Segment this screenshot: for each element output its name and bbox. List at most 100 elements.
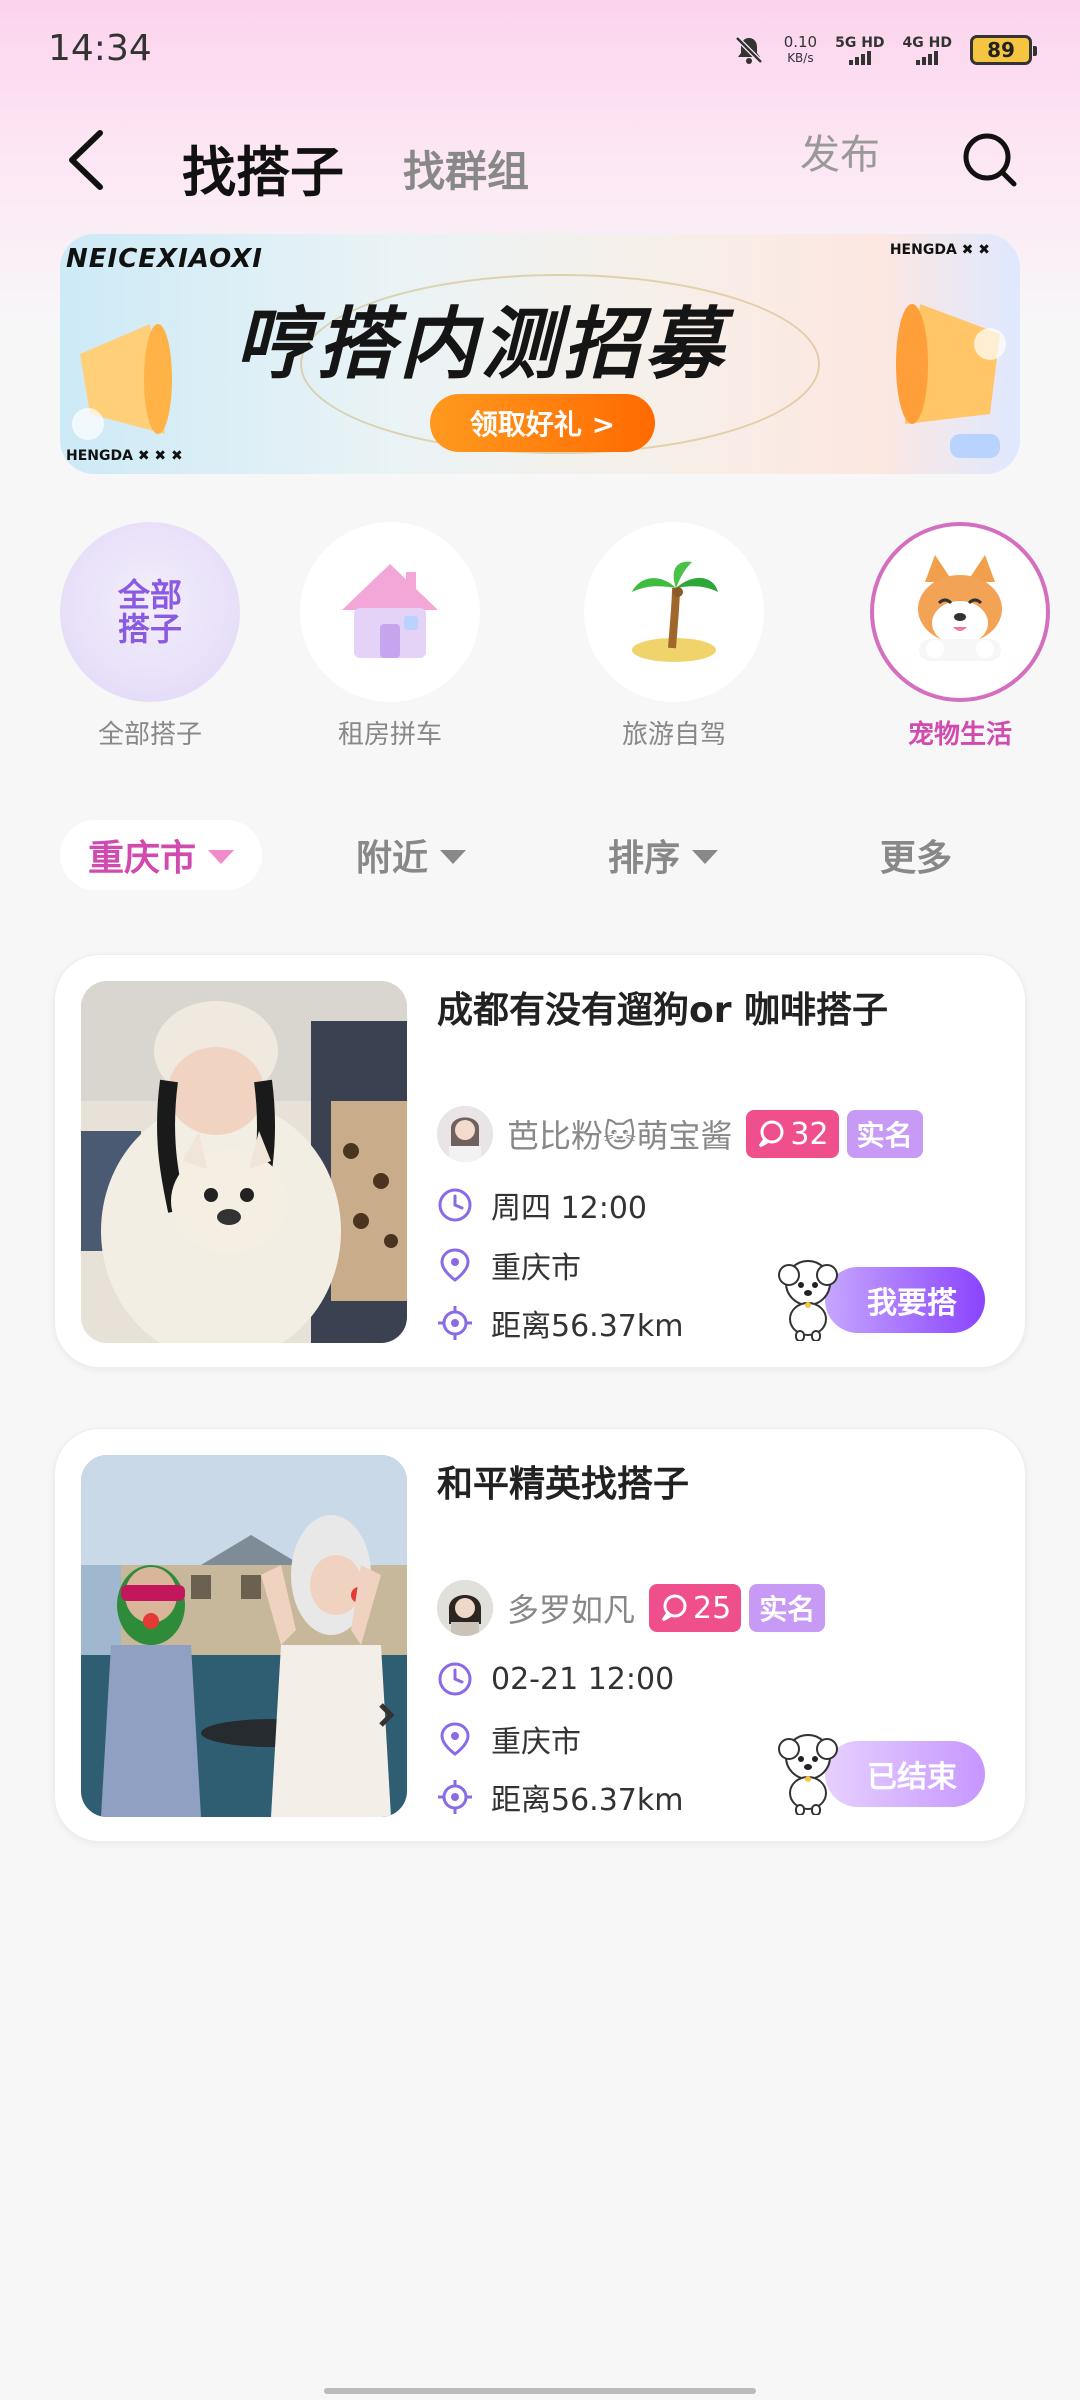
- category-label: 宠物生活: [907, 720, 1012, 750]
- comment-count-badge: 25: [649, 1584, 742, 1632]
- clock-icon: [438, 1662, 472, 1696]
- net-speed-unit: KB/s: [787, 51, 814, 65]
- post-city-row: 重庆市: [437, 1715, 581, 1763]
- post-distance-row: 距离56.37km: [437, 1299, 683, 1347]
- join-button[interactable]: 我要搭: [825, 1267, 985, 1333]
- avatar[interactable]: [437, 1106, 493, 1162]
- category-pet-life[interactable]: 宠物生活: [870, 522, 1050, 751]
- promo-banner[interactable]: NEICEXIAOXI HENGDA ✖ ✖ HENGDA ✖ ✖ ✖ 哼搭内测…: [60, 234, 1020, 474]
- location-pin-icon: [440, 1248, 470, 1282]
- speech-bubble-icon: [759, 1120, 784, 1148]
- avatar[interactable]: [437, 1580, 493, 1636]
- post-city: 重庆市: [491, 1725, 581, 1760]
- net-speed-value: 0.10: [783, 33, 818, 51]
- signal-4g-label: 4G HD: [902, 35, 952, 51]
- post-card[interactable]: 成都有没有遛狗or 咖啡搭子 芭比粉🐱萌宝酱 32 实名 周四 12:00 重庆…: [54, 954, 1026, 1368]
- chevron-left-icon[interactable]: [60, 125, 120, 195]
- chevron-down-icon: [692, 850, 719, 864]
- target-icon: [438, 1306, 472, 1340]
- post-author: 多罗如凡 25 实名: [437, 1577, 826, 1639]
- category-row: 全部搭子 全部搭子 租房拼车 旅游自驾 宠物生活: [0, 522, 1080, 762]
- tab-find-partner[interactable]: 找搭子: [182, 128, 344, 207]
- search-icon[interactable]: [960, 130, 1020, 190]
- comment-count: 25: [693, 1590, 732, 1626]
- post-city: 重庆市: [491, 1251, 581, 1286]
- status-icons: 0.10 KB/s 5G HD 4G HD 89: [732, 28, 1037, 72]
- banner-title: 哼搭内测招募: [235, 300, 728, 390]
- signal-icon: [916, 51, 939, 65]
- category-all[interactable]: 全部搭子 全部搭子: [60, 522, 240, 751]
- sort-filter-label: 排序: [608, 838, 681, 879]
- category-label: 旅游自驾: [621, 720, 726, 750]
- all-icon-text: 全部搭子: [117, 576, 182, 648]
- city-filter[interactable]: 重庆市: [60, 820, 263, 890]
- battery-icon: 89: [970, 35, 1037, 65]
- post-title: 成都有没有遛狗or 咖啡搭子: [437, 990, 889, 1031]
- post-author: 芭比粉🐱萌宝酱 32 实名: [437, 1103, 923, 1165]
- category-label: 租房拼车: [337, 720, 442, 750]
- location-pin-icon: [440, 1722, 470, 1756]
- post-time-row: 周四 12:00: [437, 1181, 647, 1229]
- chevron-down-icon: [208, 850, 235, 864]
- post-distance: 距离56.37km: [491, 1783, 684, 1818]
- banner-tag: HENGDA ✖ ✖ ✖: [66, 448, 183, 464]
- top-nav: 找搭子 找群组 发布: [0, 110, 1080, 210]
- username[interactable]: 芭比粉🐱萌宝酱: [507, 1111, 732, 1157]
- battery-level: 89: [987, 38, 1015, 62]
- poodle-mascot-icon: [778, 1734, 838, 1815]
- ended-button[interactable]: 已结束: [825, 1741, 985, 1807]
- mute-bell-icon: [734, 36, 763, 64]
- category-travel[interactable]: 旅游自驾: [584, 522, 764, 751]
- banner-tag: HENGDA ✖ ✖: [889, 242, 990, 258]
- category-rent-carpool[interactable]: 租房拼车: [300, 522, 480, 751]
- house-icon: [342, 564, 438, 658]
- post-distance-row: 距离56.37km: [437, 1773, 683, 1821]
- palm-tree-icon: [632, 561, 718, 662]
- nearby-filter-label: 附近: [356, 838, 429, 879]
- post-image: [81, 1455, 407, 1817]
- status-bar: 14:34 0.10 KB/s 5G HD 4G HD 89: [0, 0, 1080, 100]
- claim-gift-button[interactable]: 领取好礼 >: [430, 394, 655, 452]
- all-icon: 全部搭子: [60, 522, 240, 702]
- category-travel-circle: [584, 522, 764, 702]
- post-distance: 距离56.37km: [491, 1309, 684, 1344]
- category-label: 全部搭子: [97, 720, 202, 750]
- verified-badge: 实名: [846, 1110, 923, 1158]
- net-speed: 0.10 KB/s: [784, 34, 817, 66]
- post-image: [81, 981, 407, 1343]
- banner-tag: NEICEXIAOXI: [66, 244, 263, 274]
- target-icon: [438, 1780, 472, 1814]
- username[interactable]: 多罗如凡: [507, 1585, 635, 1631]
- post-time-row: 02-21 12:00: [437, 1655, 674, 1703]
- sort-filter[interactable]: 排序: [608, 820, 719, 890]
- signal-icon: [848, 51, 871, 65]
- signal-5g: 5G HD: [835, 35, 885, 65]
- corgi-icon: [918, 555, 1002, 661]
- status-time: 14:34: [48, 28, 152, 69]
- chevron-down-icon: [440, 850, 467, 864]
- home-indicator[interactable]: [324, 2388, 756, 2394]
- post-title: 和平精英找搭子: [437, 1464, 690, 1505]
- nearby-filter[interactable]: 附近: [356, 820, 467, 890]
- post-time: 02-21 12:00: [491, 1661, 675, 1697]
- comment-count-badge: 32: [746, 1110, 839, 1158]
- more-filter-label: 更多: [880, 838, 953, 879]
- comment-count: 32: [790, 1116, 829, 1152]
- megaphone-icon: [72, 324, 172, 440]
- post-city-row: 重庆市: [437, 1241, 581, 1289]
- more-filter[interactable]: 更多: [880, 820, 952, 890]
- speech-bubble-icon: [661, 1594, 687, 1622]
- megaphone-icon: [896, 304, 1006, 458]
- signal-5g-label: 5G HD: [835, 35, 885, 51]
- verified-badge: 实名: [749, 1584, 826, 1632]
- clock-icon: [438, 1188, 472, 1222]
- post-card[interactable]: 和平精英找搭子 多罗如凡 25 实名 02-21 12:00 重庆市 距离56.…: [54, 1428, 1026, 1842]
- poodle-mascot-icon: [778, 1260, 838, 1341]
- tab-find-group[interactable]: 找群组: [403, 138, 529, 199]
- category-rent-carpool-circle: [300, 522, 480, 702]
- signal-4g: 4G HD: [903, 35, 952, 65]
- post-time: 周四 12:00: [491, 1191, 647, 1226]
- city-filter-label: 重庆市: [88, 838, 197, 879]
- publish-button[interactable]: 发布: [800, 122, 880, 180]
- category-pet-life-circle: [870, 522, 1050, 702]
